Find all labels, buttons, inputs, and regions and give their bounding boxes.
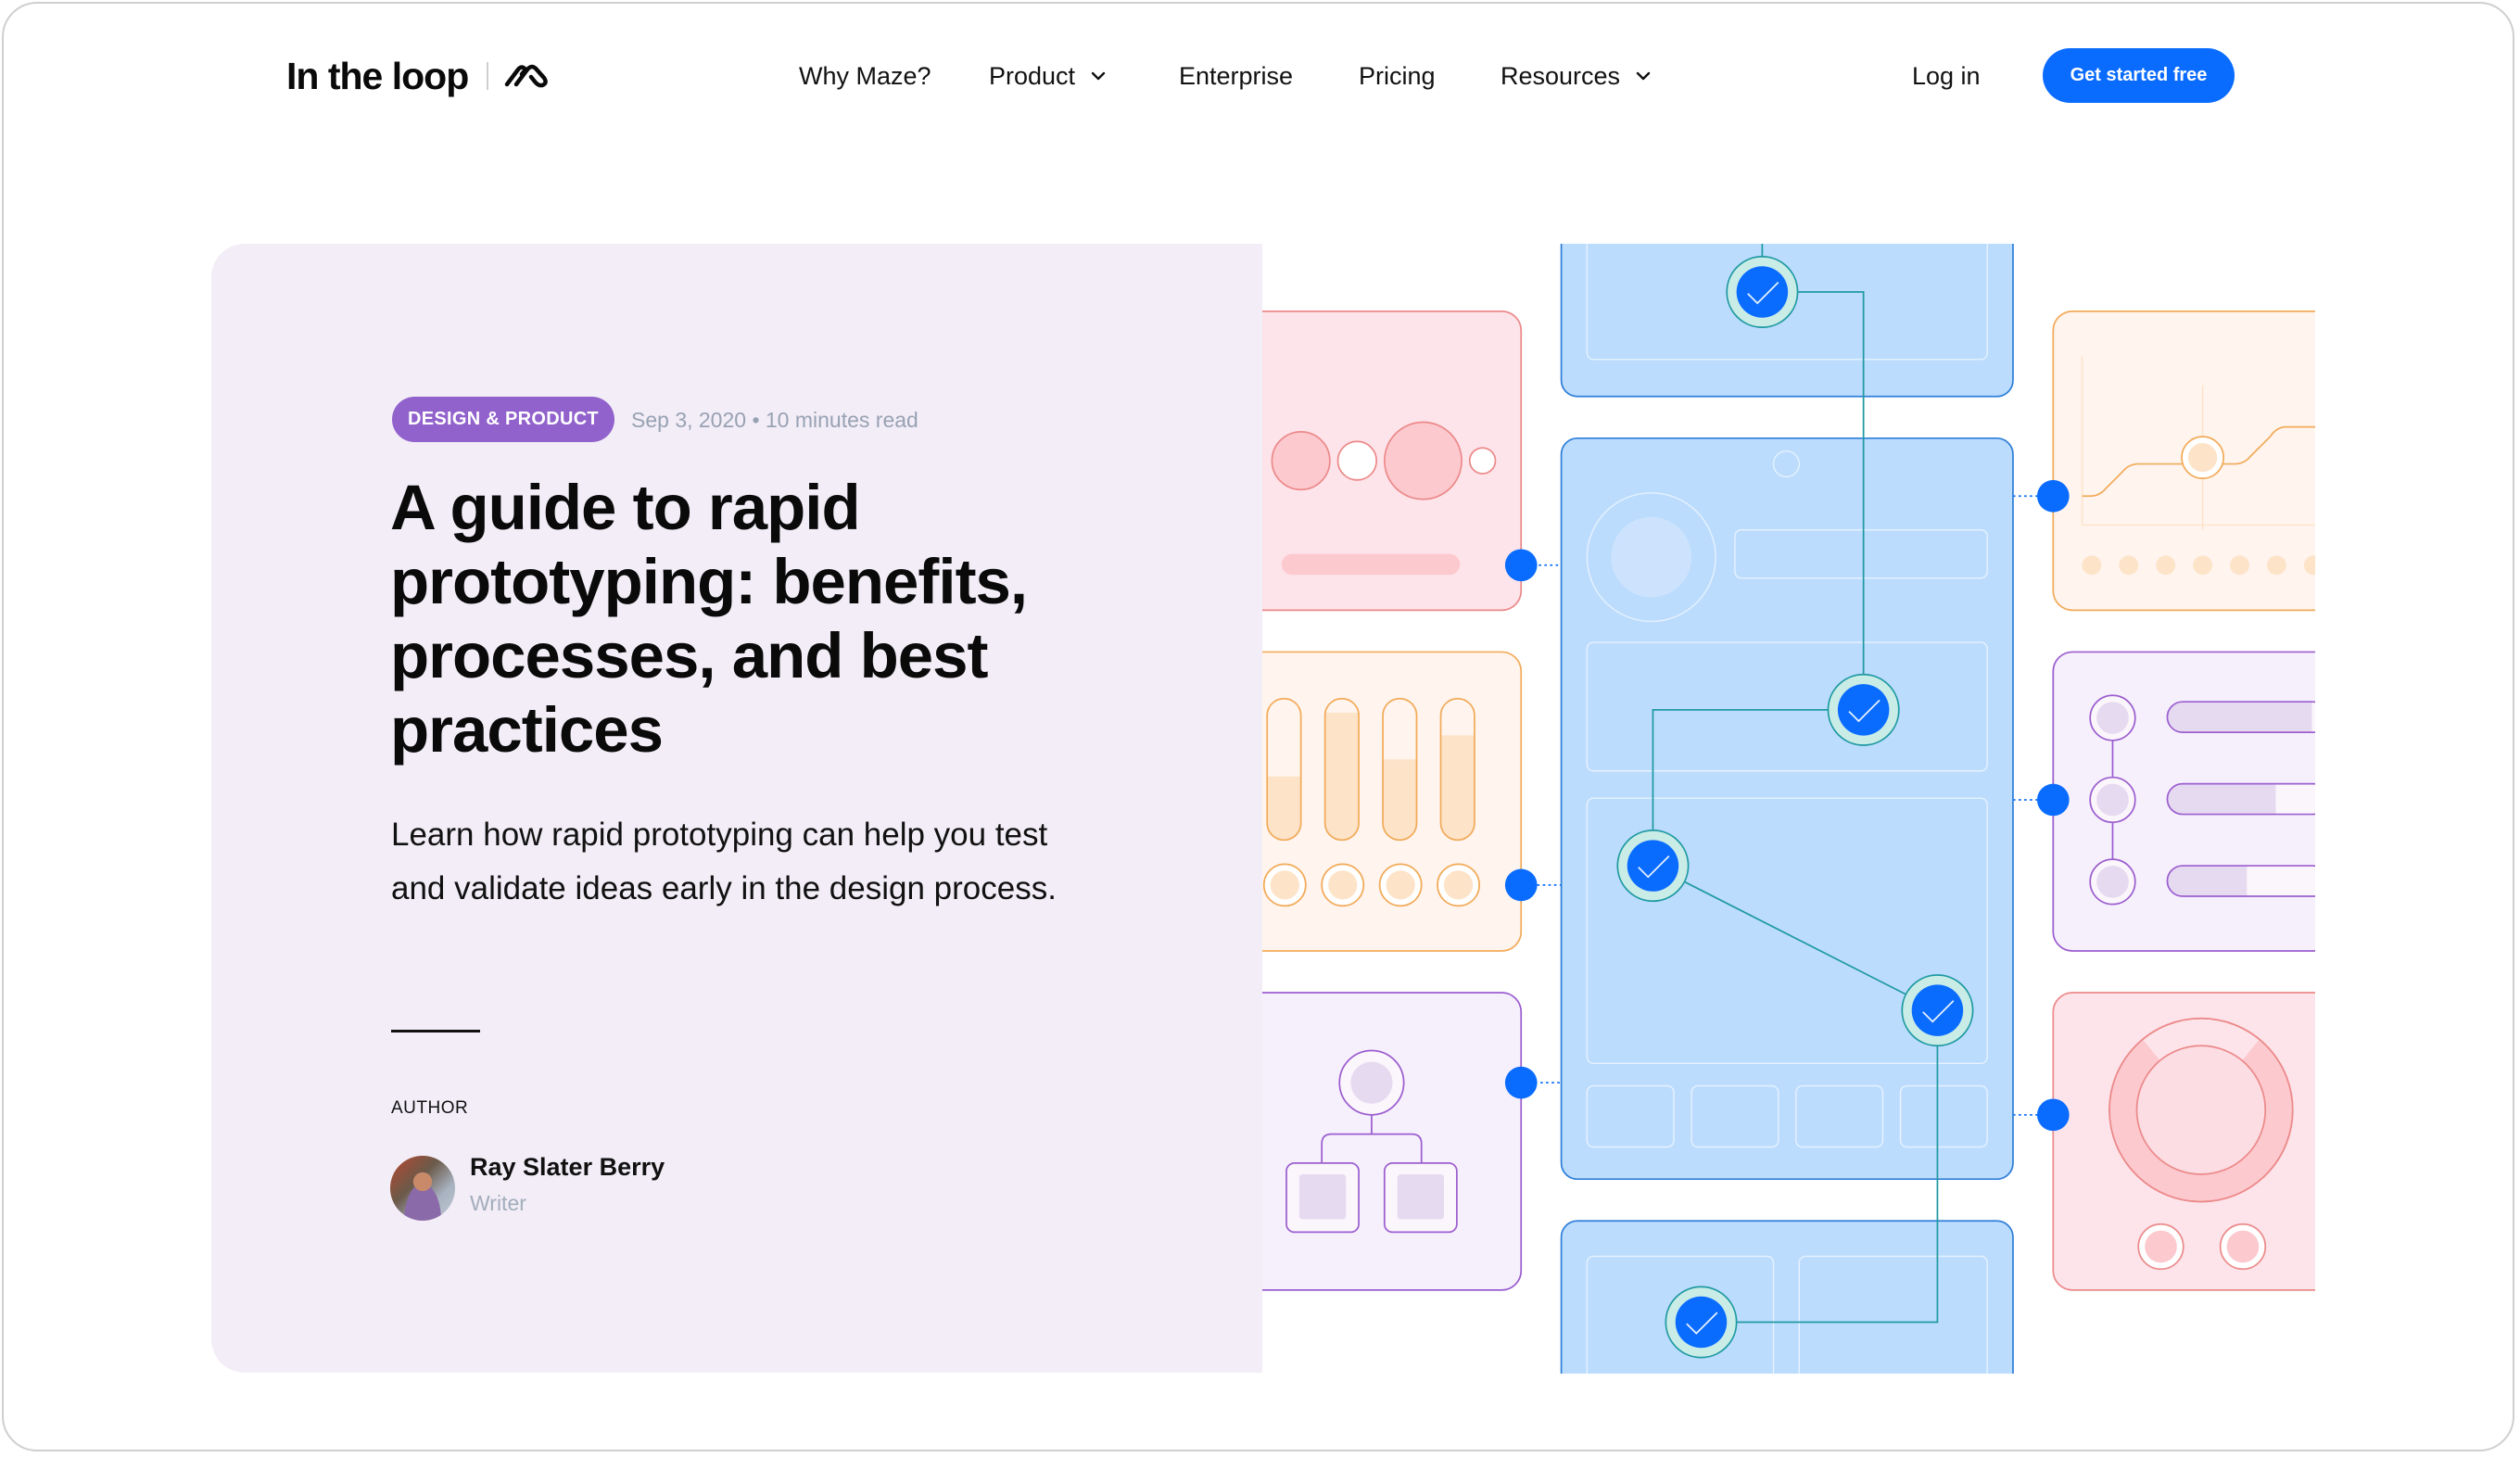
article-description: Learn how rapid prototyping can help you… (391, 817, 1057, 906)
progress-bar (1266, 697, 1302, 842)
panel-pink-donut (2052, 992, 2315, 1291)
panel-blue-bottom (1560, 1220, 2014, 1374)
nav-resources[interactable]: Resources (1501, 56, 1653, 96)
progress-bar-fill (1267, 776, 1301, 841)
chevron-down-icon (1091, 71, 1106, 81)
list-bar (2166, 782, 2315, 816)
progress-bar-fill (1440, 735, 1475, 841)
chevron-down-icon (1636, 71, 1651, 81)
list-bar (2166, 865, 2315, 897)
panel-purple-list (2052, 651, 2315, 952)
panel-orange-bars (1262, 651, 1523, 952)
nav-product-label: Product (989, 61, 1076, 90)
author-name[interactable]: Ray Slater Berry (470, 1153, 665, 1182)
list-bar (2166, 701, 2315, 733)
checkpoint (1901, 974, 1974, 1047)
progress-bar (1439, 697, 1475, 842)
panel-orange-chart (2052, 310, 2315, 612)
author-avatar[interactable] (390, 1156, 455, 1221)
nav-enterprise[interactable]: Enterprise (1179, 56, 1293, 96)
nav-enterprise-label: Enterprise (1179, 61, 1294, 90)
category-badge[interactable]: DESIGN & PRODUCT (392, 397, 614, 442)
connector-node (1504, 868, 1538, 902)
article-title: A guide to rapid prototyping: benefits, … (390, 472, 1028, 766)
panel-blue-main (1560, 437, 2014, 1181)
checkpoint (1616, 830, 1690, 903)
connector-node (1504, 1066, 1538, 1099)
article-meta: Sep 3, 2020 • 10 minutes read (631, 407, 918, 432)
connector-node (2036, 1098, 2070, 1132)
progress-bar-fill (1324, 712, 1360, 841)
checkpoint (1827, 673, 1900, 746)
checkpoint (1726, 256, 1799, 329)
list-bar-fill (2167, 783, 2276, 815)
nav-pricing-label: Pricing (1359, 61, 1436, 90)
nav-product[interactable]: Product (989, 56, 1108, 96)
list-bar-fill (2167, 866, 2248, 897)
progress-bar (1382, 697, 1418, 842)
progress-bar-fill (1383, 759, 1417, 841)
progress-bar (1323, 697, 1360, 842)
nav-why-maze[interactable]: Why Maze? (799, 56, 931, 96)
connector-node (2036, 783, 2070, 817)
nav-resources-label: Resources (1501, 61, 1621, 90)
connector-node (1504, 549, 1538, 582)
author-label: AUTHOR (391, 1098, 469, 1118)
panel-purple-tree (1262, 992, 1523, 1291)
author-role: Writer (470, 1191, 526, 1215)
get-started-button[interactable]: Get started free (2043, 48, 2235, 103)
panel-pink-circles (1262, 310, 1523, 612)
checkpoint (1665, 1286, 1738, 1359)
connector-node (2036, 479, 2070, 513)
list-bar-fill (2167, 702, 2312, 733)
nav-pricing[interactable]: Pricing (1359, 56, 1436, 96)
nav-why-maze-label: Why Maze? (799, 61, 931, 90)
divider (391, 1030, 480, 1033)
login-link[interactable]: Log in (1912, 56, 1981, 96)
prototype-illustration (1262, 244, 2315, 1374)
